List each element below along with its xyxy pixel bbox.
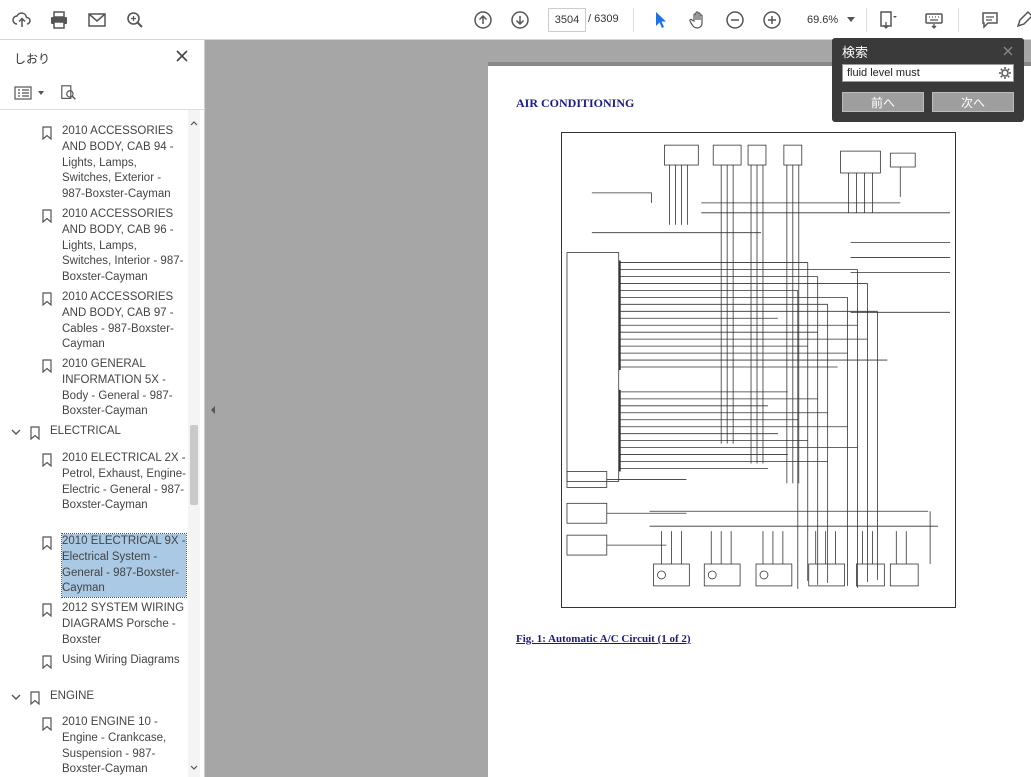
page-number-input[interactable]: 3504 — [548, 8, 586, 32]
mail-icon[interactable] — [85, 8, 109, 32]
toolbar-divider — [866, 8, 867, 32]
chevron-down-icon — [38, 91, 44, 95]
upload-icon[interactable] — [10, 8, 34, 32]
comment-icon[interactable] — [978, 8, 1002, 32]
close-icon[interactable] — [1002, 44, 1014, 56]
bookmark-icon — [42, 536, 52, 550]
page-down-icon[interactable] — [508, 8, 532, 32]
gear-icon[interactable] — [998, 66, 1012, 80]
scroll-up-icon — [190, 121, 198, 126]
zoom-out-icon[interactable] — [723, 8, 747, 32]
zoom-value: 69.6% — [807, 14, 839, 26]
toolbar-divider — [958, 8, 959, 32]
bookmark-icon — [42, 359, 52, 373]
bookmark-icon — [42, 655, 52, 669]
bookmark-icon — [42, 717, 52, 731]
search-icon[interactable] — [123, 8, 147, 32]
sidebar-toolbar — [0, 76, 205, 110]
chevron-down-icon — [11, 694, 21, 700]
list-icon — [14, 86, 32, 100]
select-cursor-icon[interactable] — [648, 8, 672, 32]
scroll-down-icon — [190, 765, 198, 770]
sidebar-title: しおり — [14, 52, 51, 66]
bookmark-category-electrical[interactable]: ELECTRICAL — [0, 424, 188, 442]
toolbar-divider — [633, 8, 634, 32]
bookmark-category-engine[interactable]: ENGINE — [0, 689, 188, 707]
close-icon[interactable] — [174, 48, 190, 64]
scrollbar-thumb[interactable] — [190, 425, 198, 505]
bookmark-icon — [42, 292, 52, 306]
find-previous-button[interactable]: 前へ — [842, 92, 924, 112]
bookmark-icon — [42, 453, 52, 467]
pdf-page: AIR CONDITIONING Fig. 1: Automatic A/C C… — [488, 62, 1031, 777]
figure-caption[interactable]: Fig. 1: Automatic A/C Circuit (1 of 2) — [516, 633, 691, 645]
pen-icon[interactable] — [1012, 8, 1031, 32]
options-menu-button[interactable] — [14, 82, 44, 104]
wiring-diagram — [561, 132, 956, 608]
bookmark-icon — [42, 126, 52, 140]
print-icon[interactable] — [47, 8, 71, 32]
keyboard-icon[interactable] — [922, 8, 946, 32]
zoom-in-icon[interactable] — [760, 8, 784, 32]
page-fit-icon[interactable] — [876, 8, 900, 32]
bookmark-icon — [30, 691, 40, 705]
bookmark-tree: 2010 ACCESSORIES AND BODY, CAB 94 - Ligh… — [0, 110, 188, 777]
page-total: / 6309 — [588, 13, 619, 25]
find-next-button[interactable]: 次へ — [932, 92, 1014, 112]
page-up-icon[interactable] — [471, 8, 495, 32]
zoom-select[interactable]: 69.6% — [798, 8, 858, 32]
sidebar-scrollbar[interactable] — [188, 110, 200, 777]
find-panel-title: 検索 — [842, 45, 869, 60]
find-input[interactable]: fluid level must — [842, 64, 1014, 82]
bookmark-icon — [42, 603, 52, 617]
bookmark-search-icon — [61, 85, 76, 100]
hand-icon[interactable] — [686, 8, 710, 32]
bookmark-icon — [30, 426, 40, 440]
collapse-sidebar-icon[interactable] — [206, 398, 220, 422]
find-bookmark-button[interactable] — [60, 82, 78, 104]
find-panel: 検索 fluid level must 前へ 次へ — [832, 38, 1024, 122]
chevron-down-icon — [847, 17, 855, 22]
chevron-down-icon — [11, 429, 21, 435]
bookmark-icon — [42, 209, 52, 223]
main-toolbar: 3504 / 6309 69.6% — [0, 0, 1031, 40]
bookmarks-sidebar: しおり 2010 ACCESSORIES AND BODY, CAB 94 - … — [0, 40, 205, 777]
page-heading: AIR CONDITIONING — [516, 96, 635, 110]
